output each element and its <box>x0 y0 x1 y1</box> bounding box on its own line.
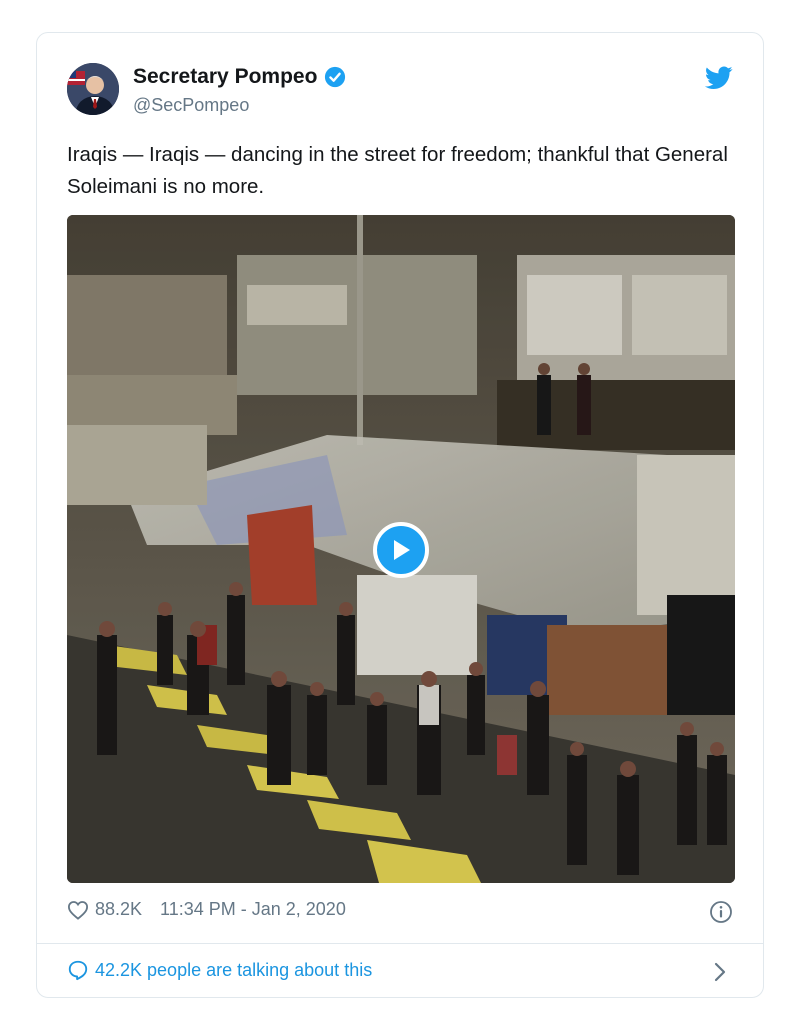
conversation-link[interactable]: 42.2K people are talking about this <box>67 959 372 981</box>
divider <box>37 943 763 944</box>
play-button[interactable] <box>373 522 429 578</box>
tweet-meta-row: 88.2K 11:34 PM - Jan 2, 2020 <box>67 899 346 920</box>
heart-icon[interactable] <box>67 900 89 920</box>
user-handle[interactable]: @SecPompeo <box>133 95 249 116</box>
avatar[interactable] <box>67 63 119 115</box>
display-name[interactable]: Secretary Pompeo <box>133 65 317 89</box>
twitter-bird-icon[interactable] <box>705 66 733 90</box>
info-icon[interactable] <box>709 900 733 924</box>
like-count[interactable]: 88.2K <box>95 899 142 920</box>
play-icon <box>394 540 410 560</box>
chevron-right-icon[interactable] <box>713 961 727 983</box>
verified-badge-icon <box>325 66 346 88</box>
tweet-timestamp[interactable]: 11:34 PM - Jan 2, 2020 <box>160 899 346 920</box>
author-name-row[interactable]: Secretary Pompeo <box>133 65 346 89</box>
conversation-count[interactable]: 42.2K people are talking about this <box>95 960 372 981</box>
tweet-text: Iraqis — Iraqis — dancing in the street … <box>67 143 728 198</box>
video-thumbnail[interactable] <box>67 215 735 883</box>
tweet-embed-card[interactable]: Secretary Pompeo @SecPompeo Iraqis — Ira… <box>36 32 764 998</box>
speech-bubble-icon <box>68 960 88 981</box>
